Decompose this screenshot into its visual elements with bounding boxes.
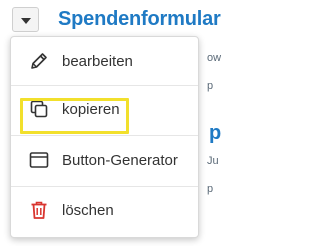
background-text: p — [207, 183, 214, 195]
menu-item-label: kopieren — [62, 100, 120, 118]
dropdown-toggle-button[interactable] — [12, 7, 39, 32]
caret-down-icon — [20, 17, 31, 24]
menu-item-label: bearbeiten — [62, 52, 133, 70]
window-icon — [29, 150, 49, 170]
pencil-icon — [29, 51, 49, 71]
menu-divider — [11, 135, 198, 136]
menu-item-copy[interactable]: kopieren — [11, 89, 198, 129]
page-title[interactable]: Spendenformular — [58, 8, 221, 31]
menu-divider — [11, 85, 198, 86]
background-text: Ju — [207, 155, 219, 167]
menu-item-button-generator[interactable]: Button-Generator — [11, 140, 198, 180]
copy-icon — [29, 99, 49, 119]
background-text: p — [207, 80, 214, 92]
background-heading[interactable]: p — [209, 122, 221, 145]
menu-item-edit[interactable]: bearbeiten — [11, 41, 198, 81]
background-text: ow — [207, 52, 222, 64]
menu-item-delete[interactable]: löschen — [11, 190, 198, 230]
actions-dropdown-menu: bearbeiten kopieren Button-Generator lös… — [10, 36, 199, 238]
menu-item-label: löschen — [62, 201, 114, 219]
menu-item-label: Button-Generator — [62, 151, 178, 169]
trash-icon — [29, 200, 49, 220]
screen: Spendenformular ow p p Ju p bearbeiten k… — [0, 0, 222, 246]
menu-divider — [11, 186, 198, 187]
